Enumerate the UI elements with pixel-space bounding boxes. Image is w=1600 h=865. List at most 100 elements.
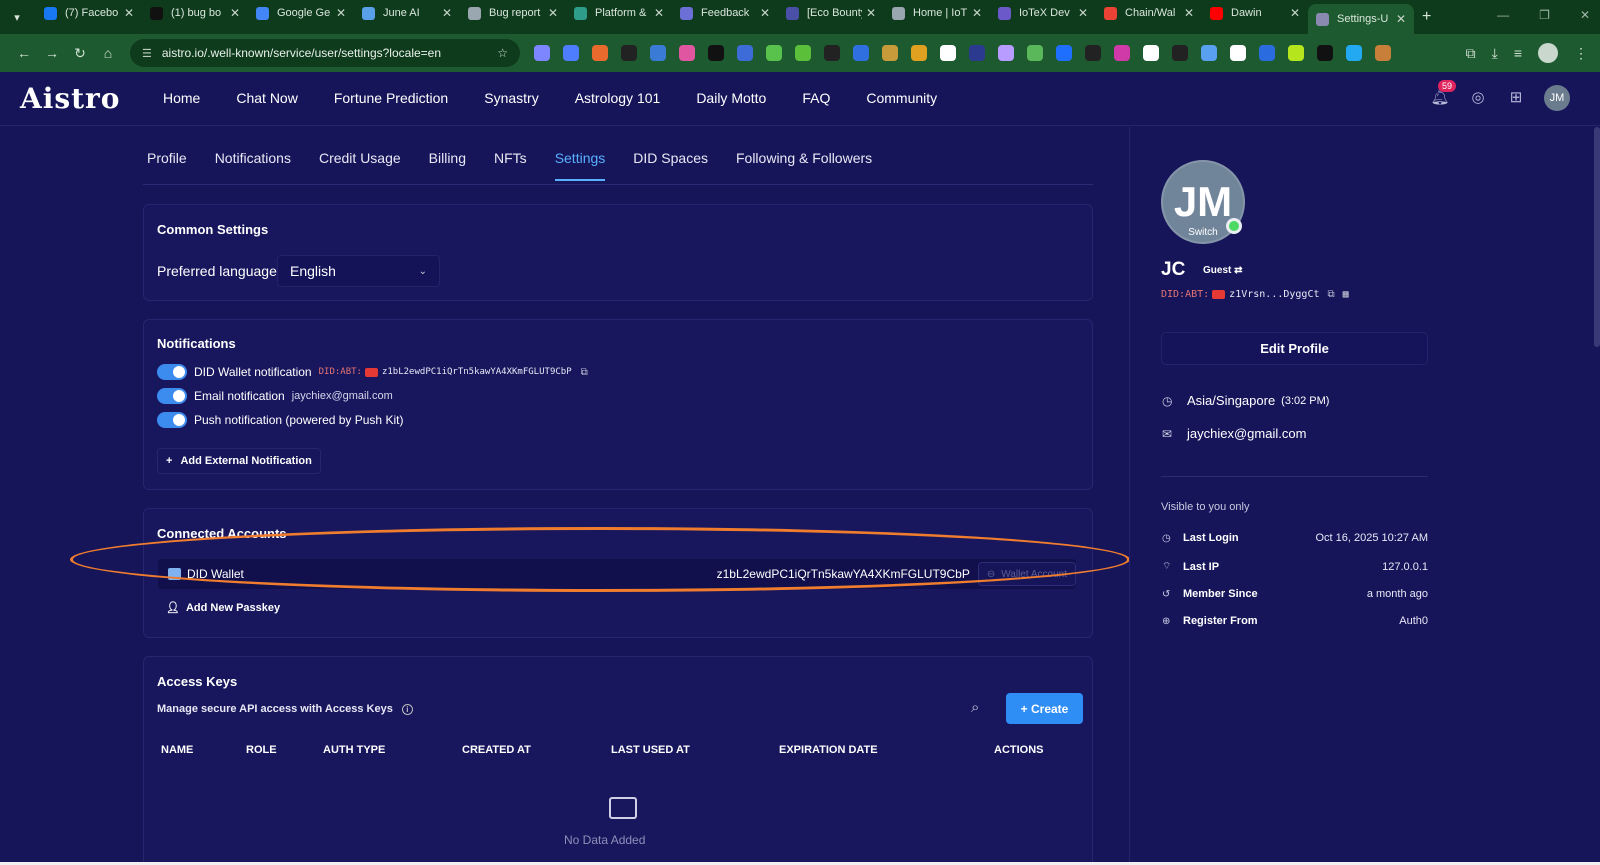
tab-billing[interactable]: Billing (429, 150, 466, 181)
extension-icon[interactable] (534, 45, 550, 61)
browser-tab[interactable]: IoTeX Dev ✕ (990, 0, 1096, 26)
search-icon[interactable]: ⌕ (971, 699, 979, 716)
nav-daily-motto[interactable]: Daily Motto (696, 90, 766, 106)
info-icon[interactable]: i (401, 704, 413, 715)
nav-chat-now[interactable]: Chat Now (236, 90, 297, 106)
extension-icon[interactable] (1346, 45, 1362, 61)
nav-faq[interactable]: FAQ (802, 90, 830, 106)
logo[interactable]: Aistro (20, 82, 121, 115)
extension-icon[interactable] (708, 45, 724, 61)
column-header[interactable]: NAME (161, 744, 193, 756)
browser-profile-avatar[interactable] (1538, 43, 1558, 63)
extension-icon[interactable] (1027, 45, 1043, 61)
column-header[interactable]: CREATED AT (462, 744, 531, 756)
extension-icon[interactable] (969, 45, 985, 61)
browser-tab[interactable]: Bug report ✕ (460, 0, 566, 26)
nav-fortune-prediction[interactable]: Fortune Prediction (334, 90, 448, 106)
column-header[interactable]: AUTH TYPE (323, 744, 385, 756)
column-header[interactable]: EXPIRATION DATE (779, 744, 878, 756)
browser-tab[interactable]: June AI ✕ (354, 0, 460, 26)
extension-icon[interactable] (650, 45, 666, 61)
tab-close-icon[interactable]: ✕ (1078, 6, 1088, 20)
reload-icon[interactable]: ↻ (66, 45, 94, 62)
column-header[interactable]: ACTIONS (994, 744, 1044, 756)
media-icon[interactable]: ≡ (1514, 45, 1522, 61)
extension-icon[interactable] (824, 45, 840, 61)
browser-tab[interactable]: Dawin ✕ (1202, 0, 1308, 26)
wallet-notification-toggle[interactable] (157, 364, 187, 380)
tab-close-icon[interactable]: ✕ (972, 6, 982, 20)
browser-tab[interactable]: Settings-U ✕ (1308, 4, 1414, 34)
tab-settings[interactable]: Settings (554, 150, 606, 181)
edit-profile-button[interactable]: Edit Profile (1161, 332, 1428, 365)
column-header[interactable]: ROLE (246, 744, 277, 756)
extension-icon[interactable] (795, 45, 811, 61)
extension-icon[interactable] (1143, 45, 1159, 61)
globe-icon[interactable]: ◎ (1468, 88, 1488, 108)
extension-icon[interactable] (998, 45, 1014, 61)
extension-icon[interactable] (1201, 45, 1217, 61)
extension-icon[interactable] (1317, 45, 1333, 61)
tab-following-followers[interactable]: Following & Followers (736, 150, 872, 181)
role-badge[interactable]: Guest ⇄ (1203, 265, 1243, 276)
new-tab-icon[interactable]: + (1422, 8, 1431, 26)
copy-icon[interactable]: ⧉ (581, 367, 588, 378)
browser-tab[interactable]: (1) bug bo ✕ (142, 0, 248, 26)
extension-icon[interactable] (679, 45, 695, 61)
tab-close-icon[interactable]: ✕ (654, 6, 664, 20)
extension-icon[interactable] (1259, 45, 1275, 61)
tab-profile[interactable]: Profile (147, 150, 187, 181)
download-icon[interactable]: ⤓ (1492, 45, 1498, 62)
column-header[interactable]: LAST USED AT (611, 744, 690, 756)
browser-tab[interactable]: (7) Facebo ✕ (36, 0, 142, 26)
nav-astrology-101[interactable]: Astrology 101 (575, 90, 661, 106)
tab-search-icon[interactable]: ▾ (6, 6, 28, 28)
forward-icon[interactable]: → (38, 45, 66, 61)
nav-synastry[interactable]: Synastry (484, 90, 538, 106)
nav-home[interactable]: Home (163, 90, 200, 106)
tab-close-icon[interactable]: ✕ (1290, 6, 1300, 20)
browser-tab[interactable]: [Eco Bounty ✕ (778, 0, 884, 26)
tab-close-icon[interactable]: ✕ (442, 6, 452, 20)
tab-close-icon[interactable]: ✕ (1396, 12, 1406, 26)
tab-close-icon[interactable]: ✕ (230, 6, 240, 20)
site-info-icon[interactable]: ☰ (142, 47, 152, 60)
copy-icon[interactable]: ⧉ (1327, 289, 1334, 300)
extension-icon[interactable] (911, 45, 927, 61)
extension-icon[interactable] (882, 45, 898, 61)
apps-grid-icon[interactable]: ⊞ (1506, 88, 1526, 108)
home-icon[interactable]: ⌂ (94, 45, 122, 61)
extension-icon[interactable] (592, 45, 608, 61)
extension-icon[interactable] (563, 45, 579, 61)
page-scrollbar[interactable] (1594, 127, 1600, 347)
email-notification-toggle[interactable] (157, 388, 187, 404)
browser-tab[interactable]: Google Ge ✕ (248, 0, 354, 26)
extension-icon[interactable] (1056, 45, 1072, 61)
extension-icon[interactable] (1230, 45, 1246, 61)
extension-icon[interactable] (1085, 45, 1101, 61)
extension-icon[interactable] (737, 45, 753, 61)
extension-icon[interactable] (1288, 45, 1304, 61)
create-access-key-button[interactable]: + Create (1006, 693, 1083, 724)
language-select[interactable]: English ⌄ (277, 255, 440, 287)
nav-community[interactable]: Community (866, 90, 937, 106)
tab-close-icon[interactable]: ✕ (866, 6, 876, 20)
extensions-icon[interactable]: ⧉ (1466, 45, 1476, 62)
push-notification-toggle[interactable] (157, 412, 187, 428)
add-external-notification-button[interactable]: + Add External Notification (157, 448, 321, 474)
tab-nfts[interactable]: NFTs (494, 150, 527, 181)
bookmark-star-icon[interactable]: ☆ (497, 46, 508, 60)
tab-notifications[interactable]: Notifications (215, 150, 291, 181)
extension-icon[interactable] (621, 45, 637, 61)
tab-close-icon[interactable]: ✕ (760, 6, 770, 20)
browser-tab[interactable]: Chain/Wal ✕ (1096, 0, 1202, 26)
browser-menu-icon[interactable]: ⋮ (1574, 45, 1588, 62)
tab-close-icon[interactable]: ✕ (548, 6, 558, 20)
browser-tab[interactable]: Feedback ✕ (672, 0, 778, 26)
tab-did-spaces[interactable]: DID Spaces (633, 150, 708, 181)
minimize-icon[interactable]: — (1497, 8, 1509, 22)
extension-icon[interactable] (1375, 45, 1391, 61)
browser-tab[interactable]: Home | IoT ✕ (884, 0, 990, 26)
tab-credit-usage[interactable]: Credit Usage (319, 150, 401, 181)
extension-icon[interactable] (766, 45, 782, 61)
